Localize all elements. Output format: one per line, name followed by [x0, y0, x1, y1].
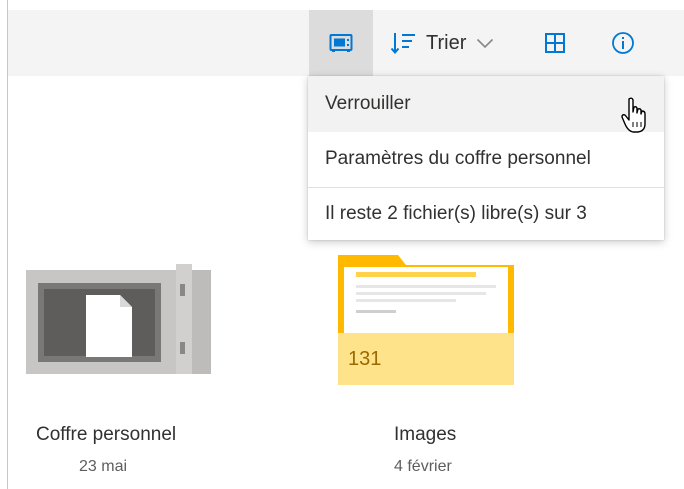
vault-menu-button[interactable]: [309, 10, 373, 76]
vault-dropdown-menu: Verrouiller Paramètres du coffre personn…: [308, 76, 664, 240]
file-name[interactable]: Coffre personnel: [36, 424, 176, 446]
menu-item-lock[interactable]: Verrouiller: [308, 76, 664, 132]
menu-item-vault-settings[interactable]: Paramètres du coffre personnel: [308, 132, 664, 186]
vault-icon: [329, 34, 353, 52]
menu-info-free-files: Il reste 2 fichier(s) libre(s) sur 3: [308, 188, 664, 240]
file-date: 23 mai: [79, 458, 128, 475]
command-bar: Trier: [8, 10, 684, 76]
info-icon: [612, 32, 634, 54]
sort-icon: [390, 33, 415, 55]
grid-view-icon: [545, 33, 565, 53]
free-files-text: Il reste 2 fichier(s) libre(s) sur 3: [325, 203, 587, 224]
vault-icon: [26, 264, 211, 374]
sort-label: Trier: [426, 31, 467, 54]
chevron-down-icon: [477, 38, 494, 49]
hand-cursor-icon: [621, 97, 646, 133]
sort-button[interactable]: Trier: [382, 10, 522, 76]
file-view: Trier Verrouiller Paramètres du coffre p…: [7, 0, 684, 489]
file-date: 4 février: [394, 458, 452, 475]
menu-item-label: Verrouiller: [325, 93, 411, 114]
file-name[interactable]: Images: [394, 424, 456, 446]
view-switcher-button[interactable]: [534, 10, 576, 76]
folder-item-count: 131: [348, 348, 382, 370]
details-pane-button[interactable]: [602, 10, 644, 76]
menu-item-label: Paramètres du coffre personnel: [325, 148, 591, 169]
